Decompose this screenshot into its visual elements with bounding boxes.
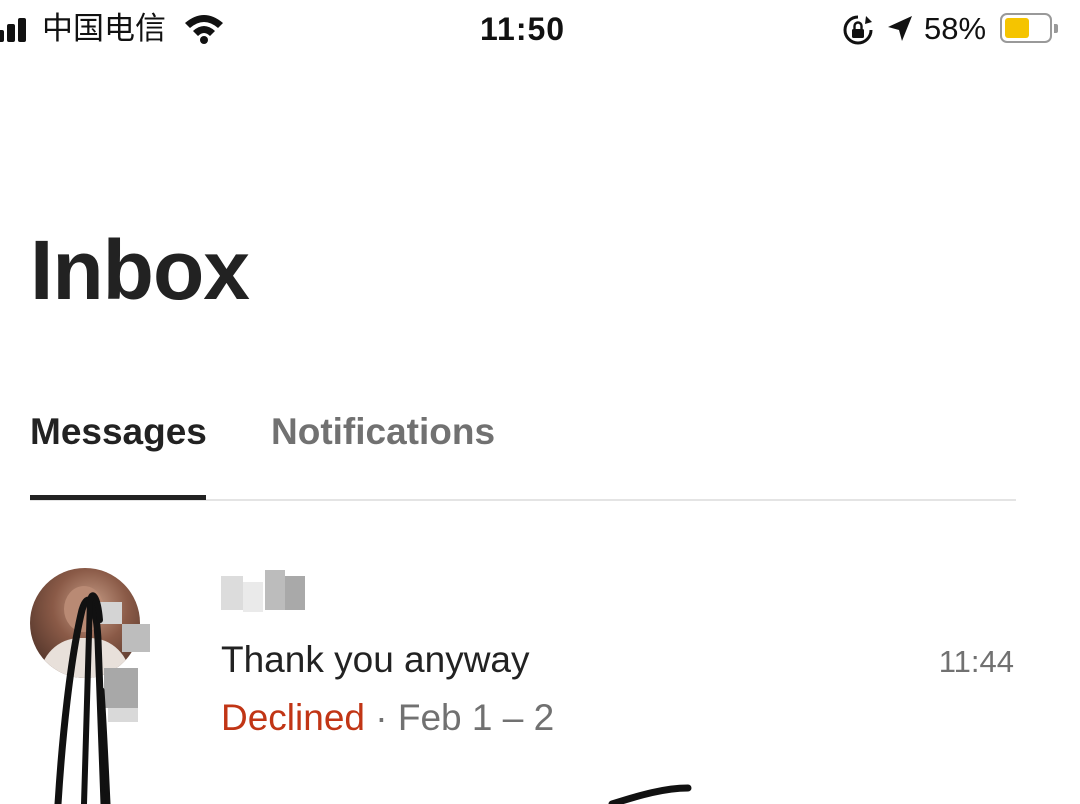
active-tab-indicator — [30, 495, 206, 500]
inbox-tabs: Messages Notifications — [30, 400, 1016, 502]
page-title: Inbox — [30, 223, 250, 317]
censor-block — [104, 668, 138, 708]
battery-percent: 58% — [924, 11, 987, 46]
censor-block — [122, 624, 150, 652]
carrier-label: 中国电信 — [42, 11, 166, 46]
battery-icon — [1000, 13, 1058, 43]
wifi-icon — [185, 15, 223, 44]
location-arrow-icon — [888, 16, 912, 41]
tab-notifications[interactable]: Notifications — [271, 410, 495, 454]
message-preview: Thank you anyway — [221, 639, 530, 680]
reservation-dates: Feb 1 – 2 — [397, 697, 555, 738]
status-time: 11:50 — [480, 11, 566, 47]
status-declined: Declined — [221, 697, 365, 738]
rotation-lock-icon — [843, 15, 873, 45]
tab-messages[interactable]: Messages — [30, 410, 207, 454]
battery-fill — [1005, 18, 1029, 38]
cell-signal-icon — [0, 14, 36, 42]
status-separator: · — [375, 697, 388, 738]
sender-name-censored — [221, 570, 305, 616]
message-time: 11:44 — [938, 644, 1014, 679]
censor-block — [100, 602, 122, 624]
reservation-status-line: Declined · Feb 1 – 2 — [221, 696, 554, 740]
status-bar: 中国电信 11:50 58% — [0, 0, 1080, 60]
censor-block — [108, 708, 138, 722]
conversation-row[interactable]: Thank you anyway 11:44 Declined · Feb 1 … — [0, 560, 1080, 804]
avatar[interactable] — [30, 568, 140, 678]
